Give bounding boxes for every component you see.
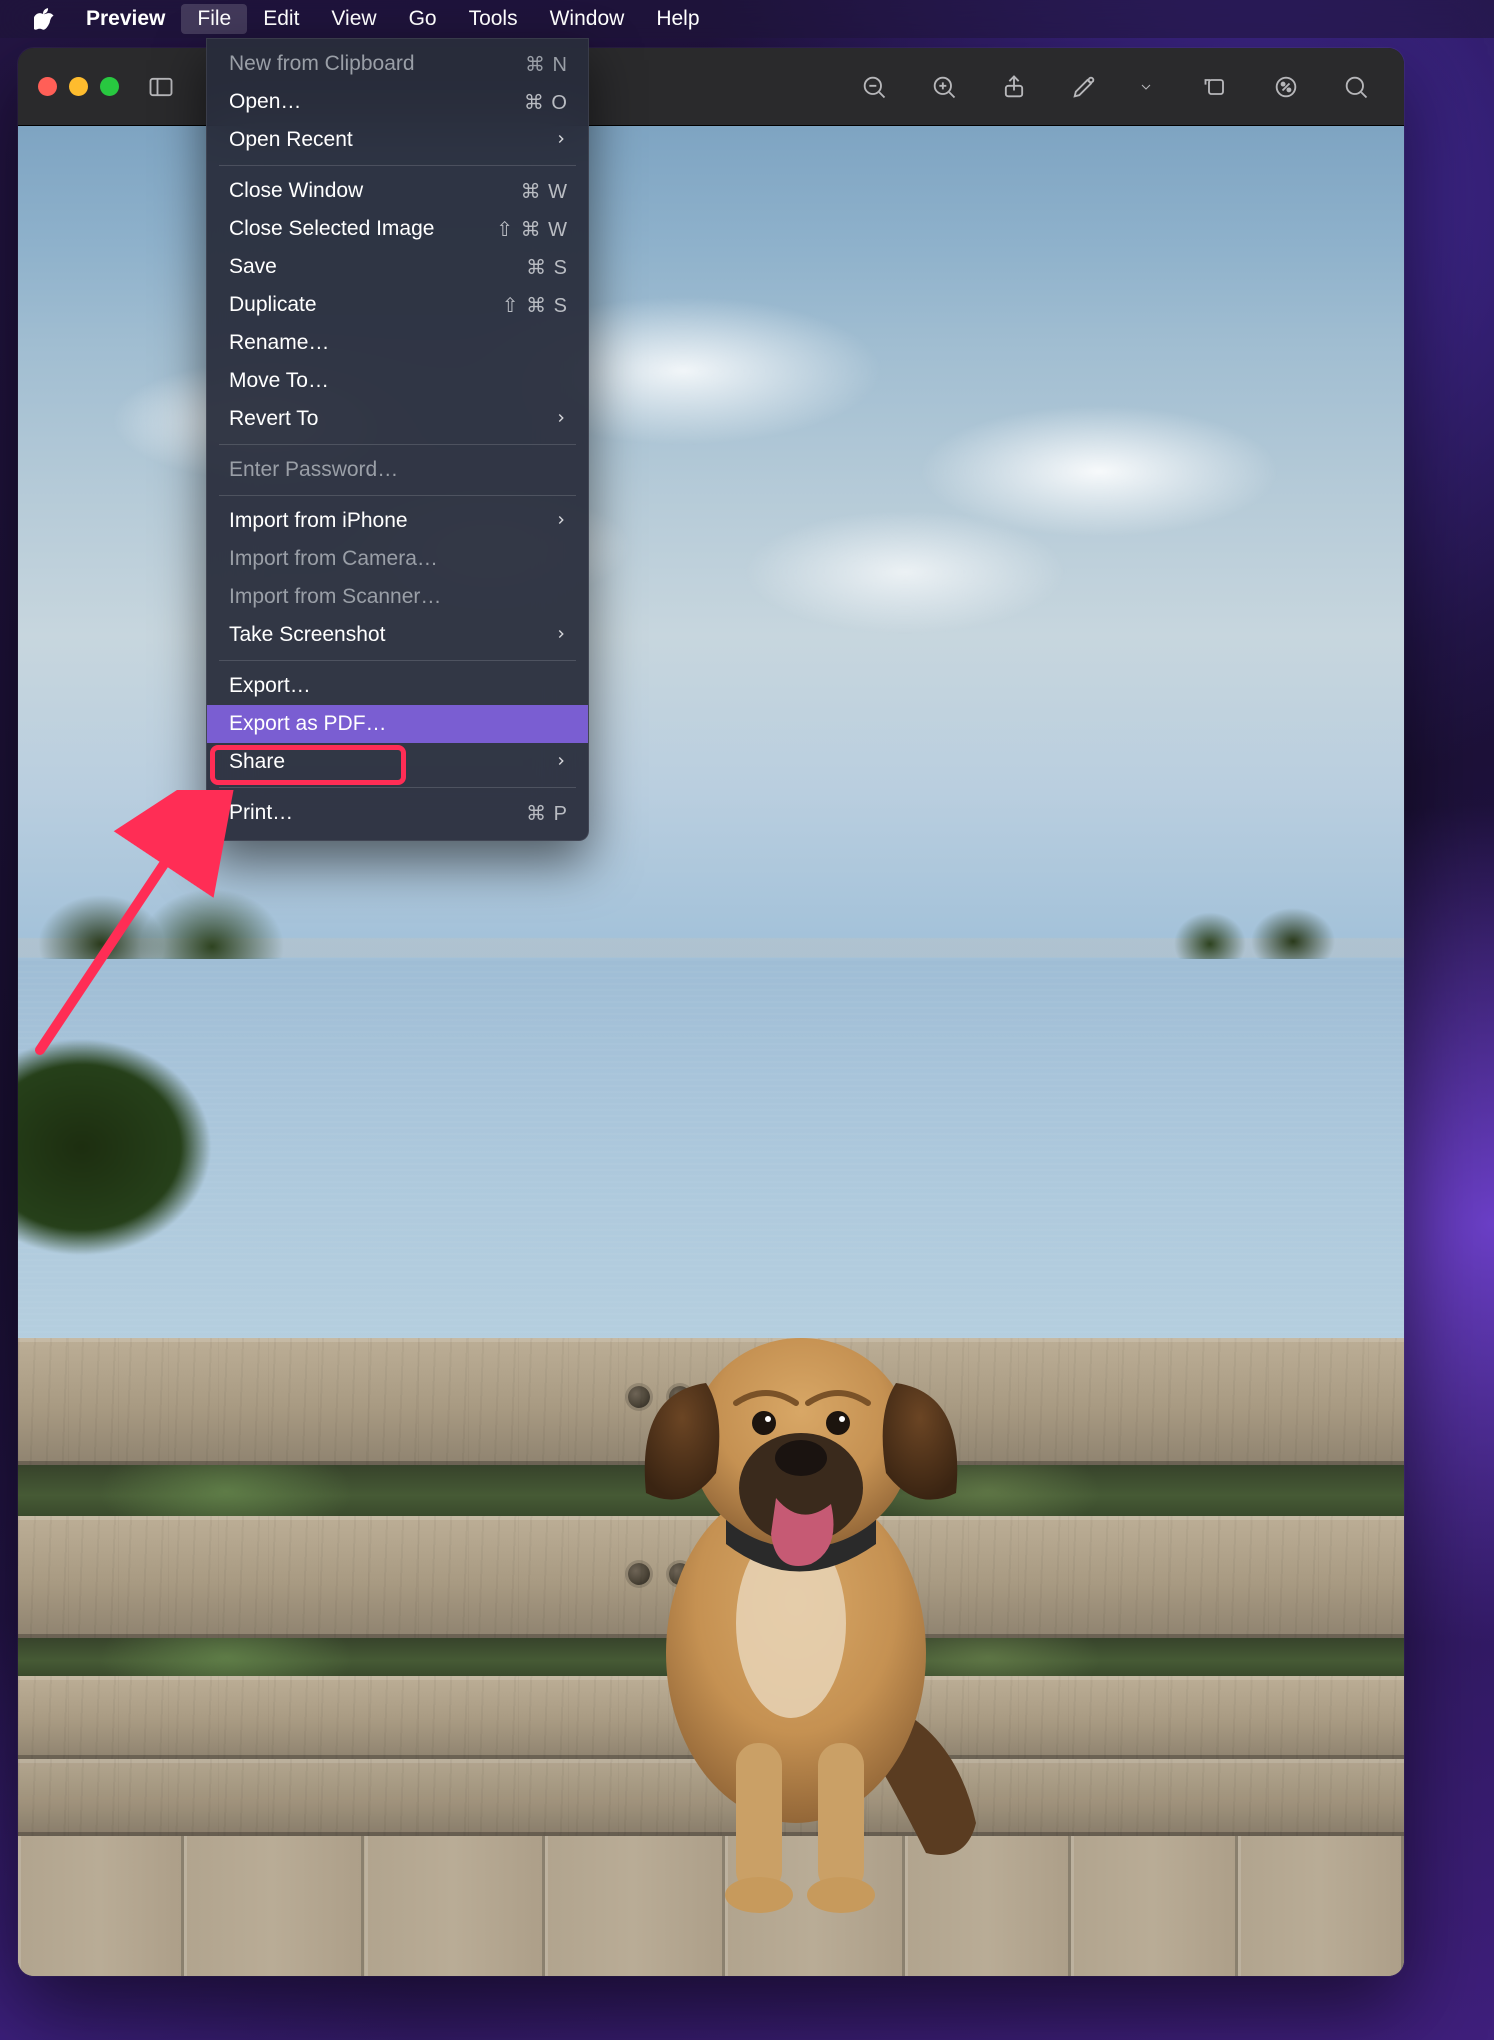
chevron-right-icon [554, 750, 568, 774]
menu-item-label: Import from Camera… [229, 547, 568, 571]
file-menu-export[interactable]: Export… [207, 667, 588, 705]
menu-help[interactable]: Help [640, 4, 715, 34]
menu-file[interactable]: File [181, 4, 247, 34]
menu-item-label: Import from Scanner… [229, 585, 568, 609]
file-menu-dropdown: New from Clipboard⌘ NOpen…⌘ OOpen Recent… [206, 38, 589, 841]
menu-item-shortcut: ⇧ ⌘ W [496, 217, 568, 242]
menu-item-label: New from Clipboard [229, 52, 525, 76]
menu-item-label: Move To… [229, 369, 568, 393]
menu-item-shortcut: ⌘ N [525, 52, 568, 77]
menu-item-label: Share [229, 750, 554, 774]
file-menu-open-recent[interactable]: Open Recent [207, 121, 588, 159]
menu-item-label: Export… [229, 674, 568, 698]
menu-item-label: Export as PDF… [229, 712, 568, 736]
file-menu-print[interactable]: Print…⌘ P [207, 794, 588, 832]
chevron-right-icon [554, 407, 568, 431]
file-menu-revert-to[interactable]: Revert To [207, 400, 588, 438]
chevron-right-icon [554, 623, 568, 647]
chevron-right-icon [554, 128, 568, 152]
file-menu-save[interactable]: Save⌘ S [207, 248, 588, 286]
menu-item-label: Save [229, 255, 526, 279]
menu-item-label: Print… [229, 801, 526, 825]
apple-menu[interactable] [18, 5, 70, 33]
file-menu-move-to[interactable]: Move To… [207, 362, 588, 400]
menu-item-label: Enter Password… [229, 458, 568, 482]
menu-separator [219, 165, 576, 166]
menu-window[interactable]: Window [534, 4, 641, 34]
file-menu-new-from-clipboard: New from Clipboard⌘ N [207, 45, 588, 83]
menu-go[interactable]: Go [393, 4, 453, 34]
menu-separator [219, 495, 576, 496]
macos-menubar: Preview FileEditViewGoToolsWindowHelp [0, 0, 1494, 38]
menu-edit[interactable]: Edit [247, 4, 315, 34]
rotate-button[interactable] [1188, 64, 1244, 110]
markup-button[interactable] [1056, 64, 1112, 110]
file-menu-close-window[interactable]: Close Window⌘ W [207, 172, 588, 210]
file-menu-import-from-iphone[interactable]: Import from iPhone [207, 502, 588, 540]
file-menu-enter-password: Enter Password… [207, 451, 588, 489]
app-name[interactable]: Preview [70, 4, 181, 34]
close-window-button[interactable] [38, 77, 57, 96]
menu-item-label: Close Window [229, 179, 521, 203]
menu-item-shortcut: ⌘ O [524, 90, 568, 115]
file-menu-rename[interactable]: Rename… [207, 324, 588, 362]
menu-tools[interactable]: Tools [453, 4, 534, 34]
highlight-button[interactable] [1258, 64, 1314, 110]
file-menu-take-screenshot[interactable]: Take Screenshot [207, 616, 588, 654]
file-menu-import-from-camera: Import from Camera… [207, 540, 588, 578]
menu-item-label: Import from iPhone [229, 509, 554, 533]
zoom-in-button[interactable] [916, 64, 972, 110]
markup-more-button[interactable] [1118, 64, 1174, 110]
menu-item-shortcut: ⌘ P [526, 801, 568, 826]
file-menu-share[interactable]: Share [207, 743, 588, 781]
chevron-right-icon [554, 509, 568, 533]
zoom-out-button[interactable] [846, 64, 902, 110]
window-controls [38, 77, 119, 96]
share-button[interactable] [986, 64, 1042, 110]
minimize-window-button[interactable] [69, 77, 88, 96]
file-menu-import-from-scanner: Import from Scanner… [207, 578, 588, 616]
menu-item-shortcut: ⇧ ⌘ S [502, 293, 568, 318]
menu-view[interactable]: View [315, 4, 392, 34]
menu-item-label: Rename… [229, 331, 568, 355]
menu-item-label: Take Screenshot [229, 623, 554, 647]
menu-separator [219, 660, 576, 661]
menu-item-label: Open Recent [229, 128, 554, 152]
search-button[interactable] [1328, 64, 1384, 110]
sidebar-toggle-button[interactable] [133, 64, 189, 110]
menu-separator [219, 787, 576, 788]
file-menu-close-selected-image[interactable]: Close Selected Image⇧ ⌘ W [207, 210, 588, 248]
menu-item-label: Open… [229, 90, 524, 114]
menu-item-label: Revert To [229, 407, 554, 431]
menu-item-shortcut: ⌘ W [521, 179, 568, 204]
file-menu-export-as-pdf[interactable]: Export as PDF… [207, 705, 588, 743]
menu-item-shortcut: ⌘ S [526, 255, 568, 280]
menu-separator [219, 444, 576, 445]
file-menu-open[interactable]: Open…⌘ O [207, 83, 588, 121]
menu-item-label: Duplicate [229, 293, 502, 317]
menu-item-label: Close Selected Image [229, 217, 496, 241]
file-menu-duplicate[interactable]: Duplicate⇧ ⌘ S [207, 286, 588, 324]
zoom-window-button[interactable] [100, 77, 119, 96]
